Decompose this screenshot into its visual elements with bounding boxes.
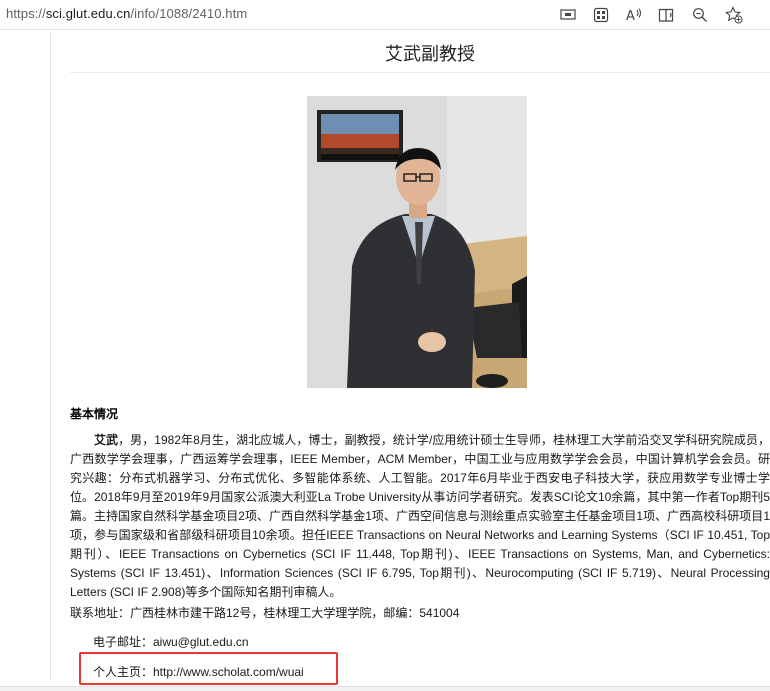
content-left-border <box>50 31 51 681</box>
zoom-icon[interactable] <box>690 5 710 25</box>
url-scheme: https:// <box>6 6 46 21</box>
screen-cast-icon[interactable] <box>558 5 578 25</box>
url-text[interactable]: https://sci.glut.edu.cn/info/1088/2410.h… <box>6 6 247 21</box>
address-bar[interactable]: https://sci.glut.edu.cn/info/1088/2410.h… <box>0 0 770 30</box>
url-host: sci.glut.edu.cn <box>45 6 131 21</box>
read-aloud-icon[interactable]: A <box>624 5 644 25</box>
profile-photo <box>307 96 527 388</box>
horizontal-scrollbar[interactable] <box>0 686 770 691</box>
url-path: /info/1088/2410.htm <box>130 6 248 21</box>
svg-text:A: A <box>626 9 635 23</box>
bio-name: 艾武 <box>94 433 119 447</box>
contact-address: 联系地址：广西桂林市建干路12号，桂林理工大学理学院，邮编：541004 <box>70 606 460 620</box>
email-address: 电子邮址：aiwu@glut.edu.cn <box>93 635 249 649</box>
title-divider <box>70 72 770 73</box>
bio-text: ，男，1982年8月生，湖北应城人，博士，副教授，统计学/应用统计硕士生导师，桂… <box>70 433 770 599</box>
page-title: 艾武副教授 <box>385 44 475 65</box>
section-heading: 基本情况 <box>70 407 119 421</box>
apps-icon[interactable] <box>591 5 611 25</box>
bio-paragraph: 艾武，男，1982年8月生，湖北应城人，博士，副教授，统计学/应用统计硕士生导师… <box>70 431 770 602</box>
immersive-reader-icon[interactable] <box>657 5 677 25</box>
favorites-icon[interactable] <box>724 5 744 25</box>
personal-homepage-link[interactable]: 个人主页：http://www.scholat.com/wuai <box>93 663 304 680</box>
